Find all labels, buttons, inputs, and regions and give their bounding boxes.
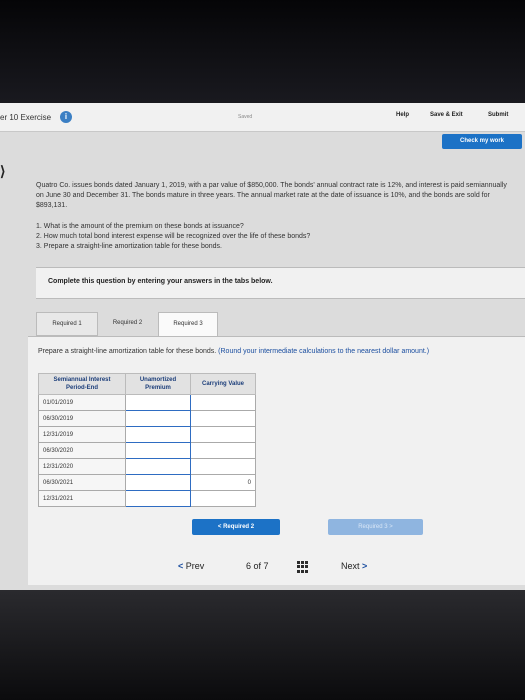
- prev-button[interactable]: < Prev: [178, 561, 204, 571]
- question-2: 2. How much total bond interest expense …: [36, 233, 311, 240]
- carrying-value-input[interactable]: [190, 394, 256, 411]
- background-bottom: [0, 590, 525, 700]
- table-row: 12/31/2020: [38, 458, 256, 475]
- background-top: [0, 0, 525, 106]
- instruction-panel: Complete this question by entering your …: [36, 267, 525, 299]
- chevron-left-icon: <: [217, 524, 222, 530]
- period-date: 12/31/2021: [38, 490, 126, 507]
- tab-content: Prepare a straight-line amortization tab…: [28, 336, 525, 585]
- carrying-value-input[interactable]: [190, 490, 256, 507]
- period-date: 06/30/2019: [38, 410, 126, 427]
- question-1: 1. What is the amount of the premium on …: [36, 223, 244, 230]
- required-2-button[interactable]: < Required 2: [192, 519, 280, 535]
- instruction-text: Prepare a straight-line amortization tab…: [38, 348, 217, 355]
- amortization-table: Semiannual Interest Period-End Unamortiz…: [38, 373, 256, 507]
- table-row: 01/01/2019: [38, 394, 256, 411]
- chevron-right-icon: >: [362, 561, 368, 571]
- next-button[interactable]: Next >: [341, 561, 367, 571]
- premium-input[interactable]: [125, 458, 191, 475]
- period-date: 06/30/2021: [38, 474, 126, 491]
- tab-required-3[interactable]: Required 3: [158, 312, 218, 337]
- period-date: 12/31/2019: [38, 426, 126, 443]
- table-row: 06/30/2019: [38, 410, 256, 427]
- chevron-left-icon: <: [178, 561, 184, 571]
- premium-input[interactable]: [125, 490, 191, 507]
- carrying-value-input[interactable]: [190, 426, 256, 443]
- tab-required-2[interactable]: Required 2: [100, 312, 155, 334]
- current-page: 6: [246, 561, 252, 571]
- top-bar: er 10 Exercise i Saved Help Save & Exit …: [0, 103, 525, 132]
- carrying-value-input[interactable]: [190, 458, 256, 475]
- submit-link[interactable]: Submit: [488, 112, 508, 118]
- premium-input[interactable]: [125, 474, 191, 491]
- page-total: of 7: [253, 561, 269, 571]
- period-date: 01/01/2019: [38, 394, 126, 411]
- question-list: 1. What is the amount of the premium on …: [36, 222, 506, 252]
- carrying-value-input[interactable]: [190, 442, 256, 459]
- next-label: Next: [341, 561, 360, 571]
- carrying-value-input[interactable]: 0: [190, 474, 256, 491]
- save-exit-link[interactable]: Save & Exit: [430, 112, 463, 118]
- required-2-label: Required 2: [223, 524, 255, 530]
- chevron-right-icon: >: [389, 524, 393, 530]
- table-row: 12/31/2021: [38, 490, 256, 507]
- premium-input[interactable]: [125, 394, 191, 411]
- table-row: 06/30/2021 0: [38, 474, 256, 491]
- header-unamortized-premium: Unamortized Premium: [125, 373, 191, 395]
- table-row: 12/31/2019: [38, 426, 256, 443]
- content-instruction: Prepare a straight-line amortization tab…: [38, 347, 518, 357]
- exercise-title: er 10 Exercise: [0, 113, 52, 122]
- panel-instruction: Complete this question by entering your …: [48, 278, 273, 285]
- premium-input[interactable]: [125, 442, 191, 459]
- page-indicator: 6 of 7: [246, 561, 269, 571]
- tab-required-1[interactable]: Required 1: [36, 312, 98, 336]
- required-3-button[interactable]: Required 3 >: [328, 519, 423, 535]
- period-date: 06/30/2020: [38, 442, 126, 459]
- carrying-value-input[interactable]: [190, 410, 256, 427]
- saved-status: Saved: [238, 114, 253, 120]
- premium-input[interactable]: [125, 426, 191, 443]
- table-row: 06/30/2020: [38, 442, 256, 459]
- info-icon[interactable]: i: [60, 111, 72, 123]
- help-link[interactable]: Help: [396, 112, 409, 118]
- period-date: 12/31/2020: [38, 458, 126, 475]
- header-period-end: Semiannual Interest Period-End: [38, 373, 126, 395]
- prev-label: Prev: [185, 561, 205, 571]
- problem-text: Quatro Co. issues bonds dated January 1,…: [36, 182, 507, 209]
- pagination: < Prev 6 of 7 Next >: [0, 557, 525, 579]
- rounding-note: (Round your intermediate calculations to…: [218, 348, 430, 355]
- required-3-label: Required 3: [358, 524, 388, 530]
- grid-icon[interactable]: [297, 561, 309, 573]
- premium-input[interactable]: [125, 410, 191, 427]
- collapse-arrow-icon[interactable]: ⟩: [0, 163, 5, 180]
- check-my-work-button[interactable]: Check my work: [442, 134, 522, 149]
- question-3: 3. Prepare a straight-line amortization …: [36, 243, 222, 250]
- header-carrying-value: Carrying Value: [190, 373, 256, 395]
